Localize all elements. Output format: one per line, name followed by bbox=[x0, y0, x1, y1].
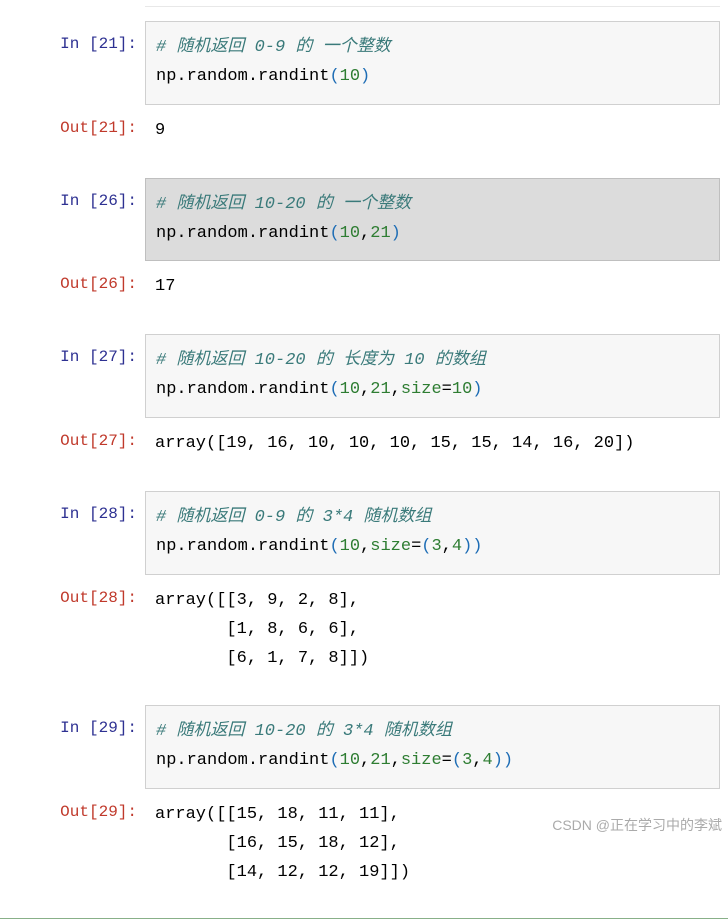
out-label: Out bbox=[60, 119, 89, 137]
kw-size: size bbox=[370, 537, 411, 556]
code-comment: # 随机返回 10-20 的 长度为 10 的数组 bbox=[156, 351, 486, 370]
in-prompt: In [26]: bbox=[0, 178, 145, 216]
output-cell: Out[26]: 17 bbox=[0, 261, 728, 314]
input-cell: In [29]: # 随机返回 10-20 的 3*4 随机数组 np.rand… bbox=[0, 705, 728, 789]
output-cell: Out[27]: array([19, 16, 10, 10, 10, 15, … bbox=[0, 418, 728, 471]
code-input[interactable]: # 随机返回 0-9 的 一个整数 np.random.randint(10) bbox=[145, 21, 720, 105]
code-call: np.random.randint bbox=[156, 751, 329, 770]
code-comment: # 随机返回 10-20 的 3*4 随机数组 bbox=[156, 722, 452, 741]
code-input[interactable]: # 随机返回 10-20 的 3*4 随机数组 np.random.randin… bbox=[145, 705, 720, 789]
in-label: In bbox=[60, 35, 89, 53]
code-args: ( bbox=[329, 67, 339, 86]
out-prompt: Out[27]: bbox=[0, 418, 145, 456]
out-number: 27 bbox=[99, 432, 118, 450]
out-prompt: Out[26]: bbox=[0, 261, 145, 299]
in-number: 27 bbox=[99, 348, 118, 366]
out-prompt: Out[21]: bbox=[0, 105, 145, 143]
output-text: array([[15, 18, 11, 11], [16, 15, 18, 12… bbox=[145, 789, 728, 900]
code-call: np.random.randint bbox=[156, 224, 329, 243]
in-number: 21 bbox=[99, 35, 118, 53]
output-cell: Out[29]: array([[15, 18, 11, 11], [16, 1… bbox=[0, 789, 728, 900]
output-text: 17 bbox=[145, 261, 728, 314]
in-prompt: In [28]: bbox=[0, 491, 145, 529]
input-cell: In [26]: # 随机返回 10-20 的 一个整数 np.random.r… bbox=[0, 178, 728, 262]
output-text: 9 bbox=[145, 105, 728, 158]
code-input[interactable]: # 随机返回 0-9 的 3*4 随机数组 np.random.randint(… bbox=[145, 491, 720, 575]
output-cell: Out[28]: array([[3, 9, 2, 8], [1, 8, 6, … bbox=[0, 575, 728, 686]
code-call: np.random.randint bbox=[156, 67, 329, 86]
code-comment: # 随机返回 0-9 的 3*4 随机数组 bbox=[156, 508, 431, 527]
in-prompt: In [21]: bbox=[0, 21, 145, 59]
code-comment: # 随机返回 10-20 的 一个整数 bbox=[156, 195, 411, 214]
input-cell: In [21]: # 随机返回 0-9 的 一个整数 np.random.ran… bbox=[0, 21, 728, 105]
kw-size: size bbox=[401, 751, 442, 770]
out-number: 29 bbox=[99, 803, 118, 821]
kw-size: size bbox=[401, 380, 442, 399]
in-number: 28 bbox=[99, 505, 118, 523]
out-number: 21 bbox=[99, 119, 118, 137]
out-number: 28 bbox=[99, 589, 118, 607]
output-cell: Out[21]: 9 bbox=[0, 105, 728, 158]
top-rule bbox=[145, 0, 720, 7]
out-number: 26 bbox=[99, 275, 118, 293]
in-number: 26 bbox=[99, 192, 118, 210]
code-input[interactable]: # 随机返回 10-20 的 一个整数 np.random.randint(10… bbox=[145, 178, 720, 262]
in-prompt: In [29]: bbox=[0, 705, 145, 743]
in-prompt: In [27]: bbox=[0, 334, 145, 372]
out-prompt: Out[28]: bbox=[0, 575, 145, 613]
output-text: array([19, 16, 10, 10, 10, 15, 15, 14, 1… bbox=[145, 418, 728, 471]
watermark: CSDN @正在学习中的李斌 bbox=[552, 815, 722, 835]
out-prompt: Out[29]: bbox=[0, 789, 145, 827]
input-cell: In [28]: # 随机返回 0-9 的 3*4 随机数组 np.random… bbox=[0, 491, 728, 575]
input-cell: In [27]: # 随机返回 10-20 的 长度为 10 的数组 np.ra… bbox=[0, 334, 728, 418]
code-call: np.random.randint bbox=[156, 380, 329, 399]
code-call: np.random.randint bbox=[156, 537, 329, 556]
output-text: array([[3, 9, 2, 8], [1, 8, 6, 6], [6, 1… bbox=[145, 575, 728, 686]
code-comment: # 随机返回 0-9 的 一个整数 bbox=[156, 38, 391, 57]
in-number: 29 bbox=[99, 719, 118, 737]
code-input[interactable]: # 随机返回 10-20 的 长度为 10 的数组 np.random.rand… bbox=[145, 334, 720, 418]
